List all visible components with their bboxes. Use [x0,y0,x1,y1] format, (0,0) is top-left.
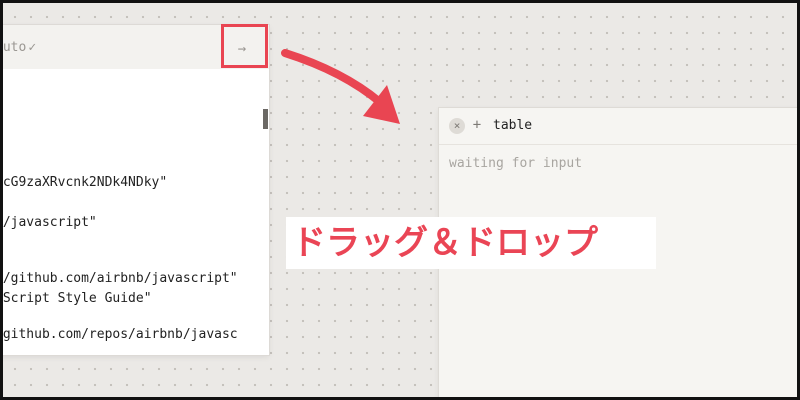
code-line: " [0,195,3,210]
close-icon: × [453,119,461,132]
plus-icon: + [472,117,482,133]
add-button[interactable]: + [469,116,485,134]
code-line: //github.com/airbnb/javascript" [0,271,238,286]
status-text: waiting for input [449,156,583,171]
highlight-box [221,24,268,68]
source-node[interactable]: auto✓ → lcG9zaXRvcnk2NDk4NDky" " b/javas… [0,25,269,355]
caption-drag-and-drop: ドラッグ＆ドロップ [286,217,656,269]
node-title: table [493,118,533,133]
target-node-header: × + table [439,108,797,145]
code-output: lcG9zaXRvcnk2NDk4NDky" " b/javascript" /… [0,25,269,355]
canvas[interactable]: auto✓ → lcG9zaXRvcnk2NDk4NDky" " b/javas… [0,0,800,400]
code-line: .github.com/repos/airbnb/javasc [0,327,238,342]
code-line: b/javascript" [0,215,97,230]
code-line: lcG9zaXRvcnk2NDk4NDky" [0,175,168,190]
close-button[interactable]: × [449,118,465,134]
code-line: aScript Style Guide" [0,291,152,306]
